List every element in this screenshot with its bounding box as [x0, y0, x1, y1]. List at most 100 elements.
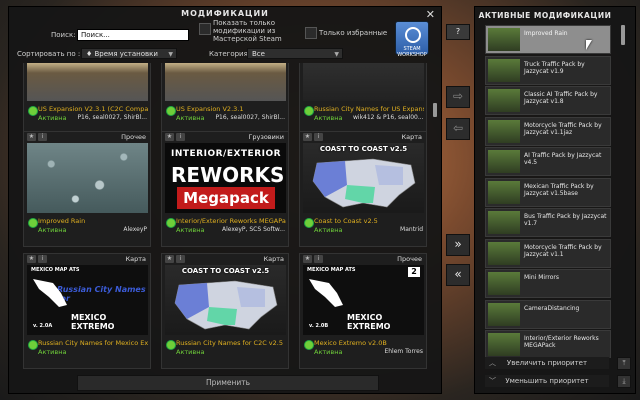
favorite-star-icon[interactable]: ★: [27, 255, 36, 263]
favorites-only-label: Только избранные: [319, 29, 388, 37]
info-icon[interactable]: i: [38, 133, 47, 141]
info-icon[interactable]: i: [314, 133, 323, 141]
active-mod-item[interactable]: Interior/Exterior Reworks MEGAPack: [485, 330, 611, 358]
mod-thumbnail: [488, 28, 520, 51]
mod-name: Improved Rain: [38, 217, 86, 225]
mod-card[interactable]: ★iUS Expansion V2.3.1АктивнаP16, seal002…: [161, 63, 289, 135]
mod-preview-image: MEXICO MAP ATSRussian City Names forMEXI…: [27, 265, 148, 335]
move-bottom-icon[interactable]: ⤓: [617, 375, 631, 388]
info-icon[interactable]: i: [176, 133, 185, 141]
help-button[interactable]: ?: [446, 24, 470, 40]
mod-thumbnail: [488, 333, 520, 356]
mouse-cursor: [586, 40, 592, 50]
mod-category: Карта: [263, 255, 285, 263]
move-left-button[interactable]: ⇦: [446, 118, 470, 140]
active-toggle-icon[interactable]: [28, 218, 38, 228]
active-mod-item[interactable]: CameraDistancing: [485, 299, 611, 329]
active-mod-item[interactable]: Mini Mirrors: [485, 269, 611, 298]
active-mod-item[interactable]: Motorcycle Traffic Pack by Jazzycat v1.1…: [485, 116, 611, 146]
increase-priority-button[interactable]: ︿ Увеличить приоритет: [485, 357, 609, 369]
active-toggle-icon[interactable]: [28, 340, 38, 350]
favorites-only-checkbox[interactable]: [305, 27, 317, 39]
mod-category: Грузовики: [248, 133, 284, 141]
active-mod-item[interactable]: AI Traffic Pack by Jazzycat v4.5: [485, 147, 611, 176]
mod-card[interactable]: ★ i Карта COAST TO COAST v2.5 Russian City N…: [161, 253, 289, 369]
active-toggle-icon[interactable]: [304, 218, 314, 228]
mod-card[interactable]: ★ i Карта COAST TO COAST v2.5 Coast to Coast…: [299, 131, 427, 247]
mod-card[interactable]: ★ i Грузовики INTERIOR/EXTERIOR REWORKS Megap…: [161, 131, 289, 247]
info-icon[interactable]: i: [38, 255, 47, 263]
steam-workshop-button[interactable]: STEAM WORKSHOP: [395, 21, 429, 58]
active-mod-name: Truck Traffic Pack by Jazzycat v1.9: [524, 60, 585, 75]
move-top-icon[interactable]: ⤒: [617, 357, 631, 370]
search-input[interactable]: [77, 29, 189, 41]
active-toggle-icon[interactable]: [304, 340, 314, 350]
mod-preview-image: COAST TO COAST v2.5: [303, 143, 424, 213]
active-mod-item[interactable]: Improved Rain: [485, 25, 611, 54]
active-toggle-icon[interactable]: [28, 106, 38, 116]
mod-status: Активна: [176, 226, 205, 234]
favorite-star-icon[interactable]: ★: [27, 133, 36, 141]
card-header: ★ i Прочее: [24, 132, 150, 142]
category-dropdown-value: Все: [252, 50, 265, 58]
active-mods-title: АКТИВНЫЕ МОДИФИКАЦИИ: [478, 11, 612, 20]
close-button[interactable]: ✕: [426, 8, 435, 21]
sort-dropdown-value: ♦ Время установки: [86, 50, 158, 58]
active-mod-name: Mini Mirrors: [524, 274, 560, 281]
increase-priority-label: Увеличить приоритет: [506, 359, 588, 367]
window-title: МОДИФИКАЦИИ: [181, 9, 269, 18]
mod-status: Активна: [314, 226, 343, 234]
mod-thumbnail: [488, 150, 520, 173]
mod-card[interactable]: ★ i Прочее MEXICO MAP ATS 2 MEXICO EXTREMO v. …: [299, 253, 427, 369]
chevron-up-icon: ︿: [489, 359, 496, 367]
active-mod-item[interactable]: Motorcycle Traffic Pack by Jazzycat v1.1: [485, 238, 611, 268]
favorite-star-icon[interactable]: ★: [165, 255, 174, 263]
preview-badge: 2: [408, 267, 420, 277]
active-mod-item[interactable]: Truck Traffic Pack by Jazzycat v1.9: [485, 55, 611, 85]
mod-status: Активна: [38, 114, 67, 122]
active-mod-item[interactable]: Mexican Traffic Pack by Jazzycat v1.5bas…: [485, 177, 611, 207]
mod-name: US Expansion V2.3.1 (C2C Compatible): [38, 105, 148, 113]
info-icon[interactable]: i: [176, 255, 185, 263]
mod-card[interactable]: ★ i Прочее Improved Rain Активна AlexeyP: [23, 131, 151, 247]
mod-thumbnail: [488, 302, 520, 326]
apply-button[interactable]: Применить: [77, 375, 379, 391]
mod-card[interactable]: ★iRussian City NamesRussian City Names f…: [299, 63, 427, 135]
active-toggle-icon[interactable]: [304, 106, 314, 116]
active-mod-name: CameraDistancing: [524, 304, 580, 312]
mod-preview-image: MEXICO MAP ATS 2 MEXICO EXTREMO v. 2.0B: [303, 265, 424, 335]
preview-text: MEXICO MAP ATS: [31, 267, 80, 273]
mexico-map-icon: [33, 279, 67, 307]
info-icon[interactable]: i: [314, 255, 323, 263]
active-mod-name: Bus Traffic Pack by Jazzycat v1.7: [524, 213, 607, 227]
workshop-only-checkbox[interactable]: [199, 23, 211, 35]
active-mod-item[interactable]: Bus Traffic Pack by Jazzycat v1.7: [485, 208, 611, 237]
mod-author: AlexeyP, SCS Softw...: [221, 226, 285, 233]
active-scrollbar[interactable]: [621, 25, 625, 45]
favorite-star-icon[interactable]: ★: [165, 133, 174, 141]
move-all-right-button[interactable]: »: [446, 234, 470, 256]
active-mod-name: Mexican Traffic Pack by Jazzycat v1.5bas…: [524, 182, 594, 197]
move-right-button[interactable]: ⇨: [446, 86, 470, 108]
grid-scrollbar[interactable]: [433, 103, 437, 117]
active-toggle-icon[interactable]: [166, 340, 176, 350]
us-map-icon: [312, 158, 416, 208]
move-all-left-button[interactable]: «: [446, 264, 470, 286]
active-toggle-icon[interactable]: [166, 218, 176, 228]
favorite-star-icon[interactable]: ★: [303, 133, 312, 141]
sort-dropdown[interactable]: ♦ Время установки ▼: [81, 48, 177, 59]
category-label: Категория:: [209, 50, 251, 58]
favorite-star-icon[interactable]: ★: [303, 255, 312, 263]
active-mod-item[interactable]: Classic AI Traffic Pack by Jazzycat v1.8: [485, 86, 611, 115]
mod-name: Russian City Names for C2C v2.5: [176, 339, 283, 347]
category-dropdown[interactable]: Все ▼: [247, 48, 343, 59]
active-toggle-icon[interactable]: [166, 106, 176, 116]
mod-category: Прочее: [121, 133, 146, 141]
active-mod-name: Classic AI Traffic Pack by Jazzycat v1.8: [524, 91, 598, 105]
mod-card[interactable]: ★ i Карта MEXICO MAP ATS Russian City Names …: [23, 253, 151, 369]
chevron-down-icon: ▼: [168, 51, 173, 58]
card-header: ★ i Карта: [300, 132, 426, 142]
mod-card[interactable]: ★iC2C COMPATIBLEUS Expansion V2.3.1 (C2C…: [23, 63, 151, 135]
decrease-priority-button[interactable]: ﹀ Уменьшить приоритет: [485, 375, 609, 387]
active-mod-name: Improved Rain: [524, 30, 568, 37]
